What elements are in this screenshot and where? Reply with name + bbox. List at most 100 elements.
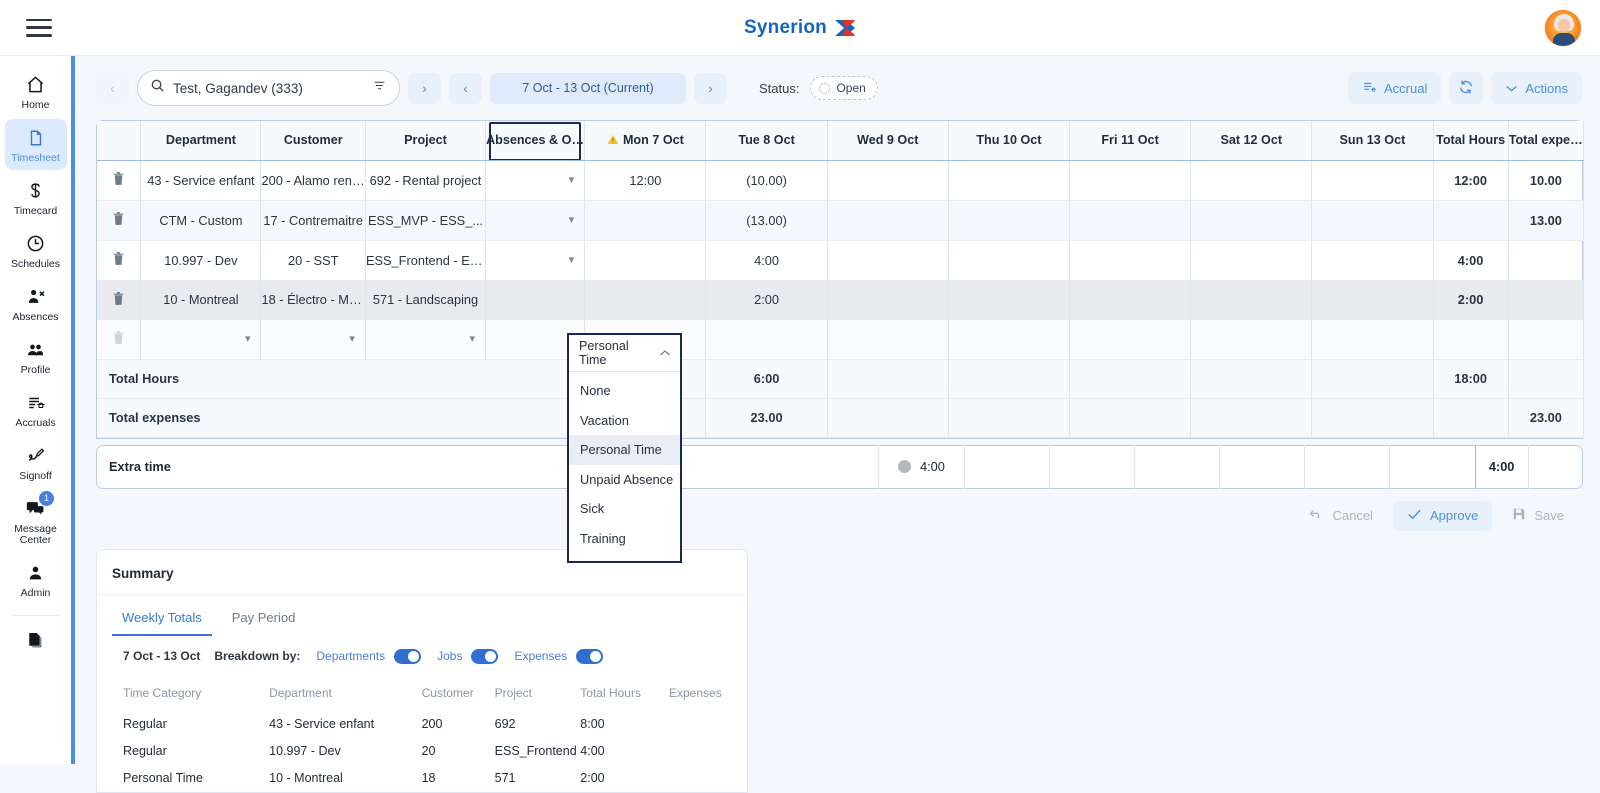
chevron-down-icon[interactable]: ▾ [245, 320, 251, 359]
cell-wed[interactable] [827, 319, 948, 359]
filter-icon[interactable] [372, 79, 387, 97]
chevron-up-icon[interactable] [659, 346, 671, 360]
absence-option-unpaid-absence[interactable]: Unpaid Absence [569, 465, 680, 495]
chevron-down-icon[interactable]: ▾ [569, 201, 575, 240]
period-selector[interactable]: 7 Oct - 13 Oct (Current) [490, 73, 686, 104]
absence-dropdown[interactable]: Personal Time None Vacation Personal Tim… [567, 333, 682, 563]
cell-wed[interactable] [827, 160, 948, 200]
delete-row-button[interactable] [97, 280, 141, 319]
cell-tue[interactable] [706, 319, 827, 359]
delete-row-button[interactable] [97, 200, 141, 240]
avatar[interactable] [1544, 9, 1582, 47]
absence-option-training[interactable]: Training [569, 524, 680, 554]
extra-time-wed[interactable] [1049, 445, 1134, 489]
absence-option-sick[interactable]: Sick [569, 494, 680, 524]
chevron-down-icon[interactable]: ▾ [349, 320, 355, 359]
toggle-jobs[interactable] [471, 649, 498, 664]
sidebar-item-schedules[interactable]: Schedules [5, 225, 67, 276]
cell-fri[interactable] [1069, 200, 1190, 240]
cell-wed[interactable] [827, 200, 948, 240]
next-employee-button[interactable]: › [408, 73, 441, 104]
cell-tue[interactable]: 4:00 [706, 240, 827, 280]
cell-thu[interactable] [948, 160, 1069, 200]
sidebar-item-signoff[interactable]: Signoff [5, 437, 67, 488]
chevron-down-icon[interactable]: ▾ [569, 161, 575, 200]
cell-thu[interactable] [948, 240, 1069, 280]
cell-customer[interactable]: 200 - Alamo rental [261, 160, 365, 200]
header-sat[interactable]: Sat 12 Oct [1191, 121, 1312, 160]
absence-option-none[interactable]: None [569, 376, 680, 406]
cell-project[interactable]: ESS_Frontend - ES... [365, 240, 485, 280]
cell-mon[interactable] [585, 280, 706, 319]
accrual-button[interactable]: Accrual [1348, 72, 1441, 104]
cell-sun[interactable] [1312, 160, 1433, 200]
cell-tue[interactable]: (10.00) [706, 160, 827, 200]
absence-option-vacation[interactable]: Vacation [569, 406, 680, 436]
header-tue[interactable]: Tue 8 Oct [706, 121, 827, 160]
actions-button[interactable]: Actions [1491, 72, 1582, 104]
sidebar-item-timecard[interactable]: Timecard [5, 172, 67, 223]
cell-department[interactable]: 10.997 - Dev [141, 240, 261, 280]
sidebar-item-home[interactable]: Home [5, 66, 67, 117]
extra-time-tue[interactable] [964, 445, 1049, 489]
cell-mon[interactable]: 12:00 [585, 160, 706, 200]
cell-sun[interactable] [1312, 280, 1433, 319]
sidebar-item-absences[interactable]: Absences [5, 278, 67, 329]
chevron-down-icon[interactable]: ▾ [569, 241, 575, 280]
cell-sat[interactable] [1191, 319, 1312, 359]
header-customer[interactable]: Customer [261, 121, 365, 160]
cell-absences[interactable]: ▾ [486, 240, 585, 280]
cell-customer-new[interactable]: ▾ [261, 319, 365, 359]
prev-employee-button[interactable]: ‹ [96, 73, 129, 104]
delete-row-button[interactable] [97, 240, 141, 280]
table-row[interactable]: 43 - Service enfant 200 - Alamo rental 6… [97, 160, 1584, 200]
extra-time-sat[interactable] [1304, 445, 1389, 489]
cell-mon[interactable] [585, 200, 706, 240]
cell-fri[interactable] [1069, 319, 1190, 359]
cell-wed[interactable] [827, 280, 948, 319]
cell-sat[interactable] [1191, 200, 1312, 240]
hamburger-icon[interactable] [26, 19, 52, 37]
cell-tue[interactable]: 2:00 [706, 280, 827, 319]
cell-fri[interactable] [1069, 280, 1190, 319]
header-project[interactable]: Project [365, 121, 485, 160]
next-period-button[interactable]: › [694, 73, 727, 104]
header-department[interactable]: Department [141, 121, 261, 160]
cell-sat[interactable] [1191, 280, 1312, 319]
sidebar-item-profile[interactable]: Profile [5, 331, 67, 382]
sidebar-item-accruals[interactable]: Accruals [5, 384, 67, 435]
header-mon[interactable]: Mon 7 Oct [585, 121, 706, 160]
header-fri[interactable]: Fri 11 Oct [1069, 121, 1190, 160]
tab-pay-period[interactable]: Pay Period [222, 603, 306, 636]
cell-project[interactable]: ESS_MVP - ESS_... [365, 200, 485, 240]
cell-sun[interactable] [1312, 240, 1433, 280]
cell-wed[interactable] [827, 240, 948, 280]
header-sun[interactable]: Sun 13 Oct [1312, 121, 1433, 160]
extra-time-sun[interactable] [1389, 445, 1474, 489]
cell-project[interactable]: 692 - Rental project [365, 160, 485, 200]
sidebar-item-admin[interactable]: Admin [5, 554, 67, 605]
cell-department[interactable]: CTM - Custom [141, 200, 261, 240]
header-absences-overrides[interactable]: Absences & Overrides [486, 121, 585, 160]
search-input[interactable]: Test, Gagandev (333) [137, 70, 400, 106]
cell-sun[interactable] [1312, 319, 1433, 359]
tab-weekly-totals[interactable]: Weekly Totals [112, 603, 212, 636]
cell-mon[interactable] [585, 240, 706, 280]
cell-project[interactable]: 571 - Landscaping [365, 280, 485, 319]
extra-time-thu[interactable] [1134, 445, 1219, 489]
cell-department-new[interactable]: ▾ [141, 319, 261, 359]
cell-sat[interactable] [1191, 240, 1312, 280]
cell-thu[interactable] [948, 319, 1069, 359]
cell-thu[interactable] [948, 280, 1069, 319]
cell-department[interactable]: 43 - Service enfant [141, 160, 261, 200]
cell-absences[interactable]: ▾ [486, 160, 585, 200]
cell-customer[interactable]: 20 - SST [261, 240, 365, 280]
table-row-new[interactable]: ▾ ▾ ▾ [97, 319, 1584, 359]
cell-thu[interactable] [948, 200, 1069, 240]
cell-fri[interactable] [1069, 160, 1190, 200]
cell-customer[interactable]: 18 - Électro - Méc... [261, 280, 365, 319]
toggle-departments[interactable] [394, 649, 421, 664]
toggle-expenses[interactable] [576, 649, 603, 664]
delete-row-button[interactable] [97, 160, 141, 200]
approve-button[interactable]: Approve [1393, 501, 1492, 531]
